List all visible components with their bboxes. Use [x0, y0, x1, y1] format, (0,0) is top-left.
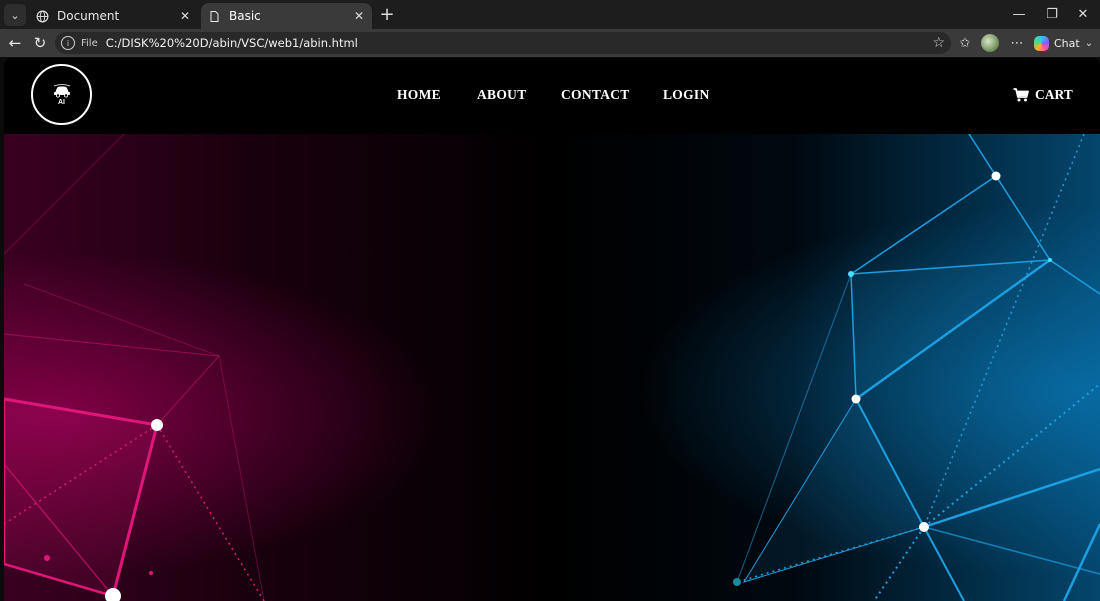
reload-icon: ↻ [33, 34, 47, 52]
arrow-left-icon: ← [8, 34, 22, 52]
minimize-icon: — [1012, 7, 1026, 22]
cart-label: CART [1035, 87, 1073, 102]
logo-text: AI [58, 98, 65, 106]
car-icon [53, 83, 70, 97]
site-header: AI HOME ABOUT CONTACT LOGIN CART [4, 58, 1100, 134]
cart-icon [1013, 88, 1029, 102]
star-icon[interactable]: ☆ [932, 35, 945, 51]
close-window-button[interactable]: ✕ [1066, 0, 1100, 29]
profile-avatar[interactable] [981, 34, 999, 52]
back-button[interactable]: ← [5, 33, 25, 53]
reload-button[interactable]: ↻ [30, 33, 50, 53]
restore-button[interactable]: ❐ [1035, 0, 1069, 29]
chevron-down-icon[interactable]: ⌄ [1080, 34, 1098, 52]
chat-label: Chat [1054, 36, 1080, 50]
site-logo[interactable]: AI [31, 64, 92, 125]
favorites-icon[interactable]: ✩ [956, 34, 974, 52]
minimize-button[interactable]: — [1002, 0, 1036, 29]
url-scheme: File [81, 37, 98, 49]
cart-link[interactable]: CART [1013, 87, 1073, 103]
chevron-down-icon: ⌄ [10, 8, 20, 22]
restore-icon: ❐ [1046, 7, 1058, 22]
close-tab-icon[interactable]: ✕ [350, 9, 368, 23]
tab-title: Document [57, 9, 120, 23]
globe-icon [35, 9, 49, 23]
tab-list-button[interactable]: ⌄ [4, 4, 26, 26]
address-bar[interactable]: i File C:/DISK%20%20D/abin/VSC/web1/abin… [55, 32, 951, 54]
document-icon [207, 9, 221, 23]
nav-about-link[interactable]: ABOUT [477, 87, 527, 103]
close-icon: ✕ [1077, 7, 1089, 22]
tab-document[interactable]: Document ✕ [29, 3, 198, 29]
nav-home-link[interactable]: HOME [397, 87, 441, 103]
url-text[interactable]: C:/DISK%20%20D/abin/VSC/web1/abin.html [106, 36, 358, 50]
close-tab-icon[interactable]: ✕ [176, 9, 194, 23]
tab-basic[interactable]: Basic ✕ [201, 3, 372, 29]
page-viewport: AI HOME ABOUT CONTACT LOGIN CART [4, 58, 1100, 601]
copilot-icon [1034, 35, 1049, 51]
info-icon[interactable]: i [61, 36, 75, 50]
tab-title: Basic [229, 9, 261, 23]
plus-icon: + [379, 3, 395, 25]
nav-login-link[interactable]: LOGIN [663, 87, 710, 103]
hero-network-background [4, 134, 1100, 601]
nav-contact-link[interactable]: CONTACT [561, 87, 630, 103]
browser-tab-strip: ⌄ Document ✕ Basic ✕ + — ❐ ✕ [0, 0, 1100, 29]
more-menu-icon[interactable]: ⋯ [1008, 34, 1026, 52]
copilot-chat-button[interactable]: Chat [1034, 33, 1080, 53]
browser-toolbar: ← ↻ i File C:/DISK%20%20D/abin/VSC/web1/… [0, 29, 1100, 57]
new-tab-button[interactable]: + [377, 3, 397, 25]
